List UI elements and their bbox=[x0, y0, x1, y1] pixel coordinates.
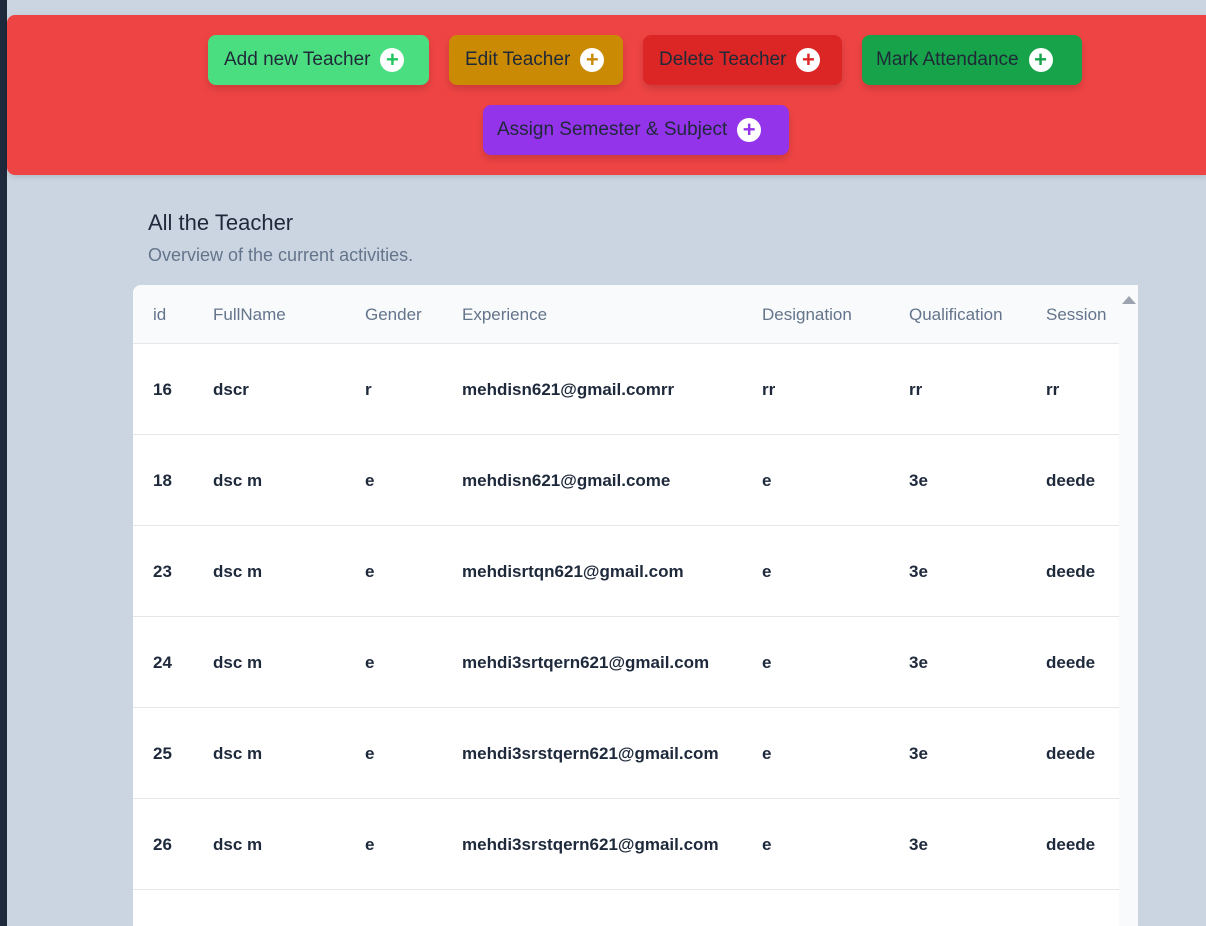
cell-gender: e bbox=[365, 744, 375, 763]
cell-session: deede bbox=[1046, 562, 1096, 581]
cell-experience: mehdisn621@gmail.comrr bbox=[462, 380, 675, 399]
cell-qualification: 3e bbox=[909, 835, 928, 854]
delete-teacher-button[interactable]: Delete Teacher + bbox=[643, 35, 842, 85]
window-edge bbox=[0, 0, 7, 926]
cell-id: 16 bbox=[153, 380, 172, 399]
column-header-session: Session bbox=[1046, 305, 1107, 324]
cell-designation: e bbox=[762, 562, 772, 581]
cell-qualification: 3e bbox=[909, 744, 928, 763]
cell-session: deede bbox=[1046, 653, 1096, 672]
cell-session: deede bbox=[1046, 835, 1096, 854]
table-row[interactable]: 25 dsc m e mehdi3srstqern621@gmail.com e… bbox=[133, 708, 1119, 799]
page-subtitle: Overview of the current activities. bbox=[148, 245, 414, 265]
cell-fullname: dsc m bbox=[213, 653, 263, 672]
table-row[interactable]: 26 dsc m e mehdi3srstqern621@gmail.com e… bbox=[133, 799, 1119, 890]
page-title: All the Teacher bbox=[148, 210, 294, 235]
cell-fullname: dscr bbox=[213, 380, 249, 399]
cell-qualification: 3e bbox=[909, 471, 928, 490]
table-row[interactable]: 16 dscr r mehdisn621@gmail.comrr rr rr r… bbox=[133, 344, 1119, 435]
cell-designation: e bbox=[762, 471, 772, 490]
column-header-gender: Gender bbox=[365, 305, 422, 324]
plus-circle-icon: + bbox=[380, 48, 405, 72]
scroll-up-arrow-icon[interactable] bbox=[1122, 296, 1136, 304]
cell-designation: e bbox=[762, 835, 772, 854]
plus-circle-icon: + bbox=[1028, 48, 1053, 72]
cell-gender: r bbox=[365, 380, 372, 399]
cell-experience: mehdi3srstqern621@gmail.com bbox=[462, 835, 719, 854]
cell-session: deede bbox=[1046, 471, 1096, 490]
cell-designation: e bbox=[762, 744, 772, 763]
cell-experience: mehdisrtqn621@gmail.com bbox=[462, 562, 684, 581]
cell-qualification: 3e bbox=[909, 653, 928, 672]
cell-id: 23 bbox=[153, 562, 172, 581]
add-teacher-label: Add new Teacher bbox=[224, 49, 371, 70]
table-row[interactable]: 18 dsc m e mehdisn621@gmail.come e 3e de… bbox=[133, 435, 1119, 526]
column-header-designation: Designation bbox=[762, 305, 852, 324]
action-toolbar: Add new Teacher + Edit Teacher + Delete … bbox=[7, 15, 1206, 175]
column-header-experience: Experience bbox=[462, 305, 548, 324]
cell-id: 18 bbox=[153, 471, 172, 490]
mark-attendance-label: Mark Attendance bbox=[876, 49, 1019, 70]
cell-gender: e bbox=[365, 653, 375, 672]
cell-session: deede bbox=[1046, 744, 1096, 763]
cell-designation: rr bbox=[762, 380, 776, 399]
cell-experience: mehdi3srtqern621@gmail.com bbox=[462, 653, 710, 672]
plus-circle-icon: + bbox=[580, 48, 605, 72]
cell-qualification: 3e bbox=[909, 562, 928, 581]
assign-semester-subject-button[interactable]: Assign Semester & Subject + bbox=[483, 105, 789, 155]
cell-gender: e bbox=[365, 562, 375, 581]
edit-teacher-label: Edit Teacher bbox=[465, 49, 571, 70]
cell-gender: e bbox=[365, 471, 375, 490]
column-header-fullname: FullName bbox=[213, 305, 286, 324]
column-header-qualification: Qualification bbox=[909, 305, 1003, 324]
cell-fullname: dsc m bbox=[213, 744, 263, 763]
assign-semester-subject-label: Assign Semester & Subject bbox=[497, 119, 728, 140]
plus-circle-icon: + bbox=[796, 48, 821, 72]
cell-fullname: dsc m bbox=[213, 471, 263, 490]
cell-gender: e bbox=[365, 835, 375, 854]
cell-fullname: dsc m bbox=[213, 562, 263, 581]
cell-session: rr bbox=[1046, 380, 1060, 399]
cell-id: 24 bbox=[153, 653, 172, 672]
cell-id: 25 bbox=[153, 744, 172, 763]
table-row[interactable]: 24 dsc m e mehdi3srtqern621@gmail.com e … bbox=[133, 617, 1119, 708]
table-row[interactable]: 23 dsc m e mehdisrtqn621@gmail.com e 3e … bbox=[133, 526, 1119, 617]
column-header-id: id bbox=[153, 305, 167, 324]
cell-id: 26 bbox=[153, 835, 172, 854]
edit-teacher-button[interactable]: Edit Teacher + bbox=[449, 35, 623, 85]
cell-fullname: dsc m bbox=[213, 835, 263, 854]
vertical-scrollbar[interactable] bbox=[1119, 285, 1138, 926]
teacher-table: id FullName Gender Experience Designatio… bbox=[133, 285, 1138, 926]
cell-experience: mehdisn621@gmail.come bbox=[462, 471, 671, 490]
delete-teacher-label: Delete Teacher bbox=[659, 49, 787, 70]
cell-designation: e bbox=[762, 653, 772, 672]
cell-qualification: rr bbox=[909, 380, 923, 399]
mark-attendance-button[interactable]: Mark Attendance + bbox=[862, 35, 1082, 85]
cell-experience: mehdi3srstqern621@gmail.com bbox=[462, 744, 719, 763]
add-teacher-button[interactable]: Add new Teacher + bbox=[208, 35, 429, 85]
plus-circle-icon: + bbox=[737, 118, 762, 142]
table-header: id FullName Gender Experience Designatio… bbox=[133, 285, 1119, 344]
